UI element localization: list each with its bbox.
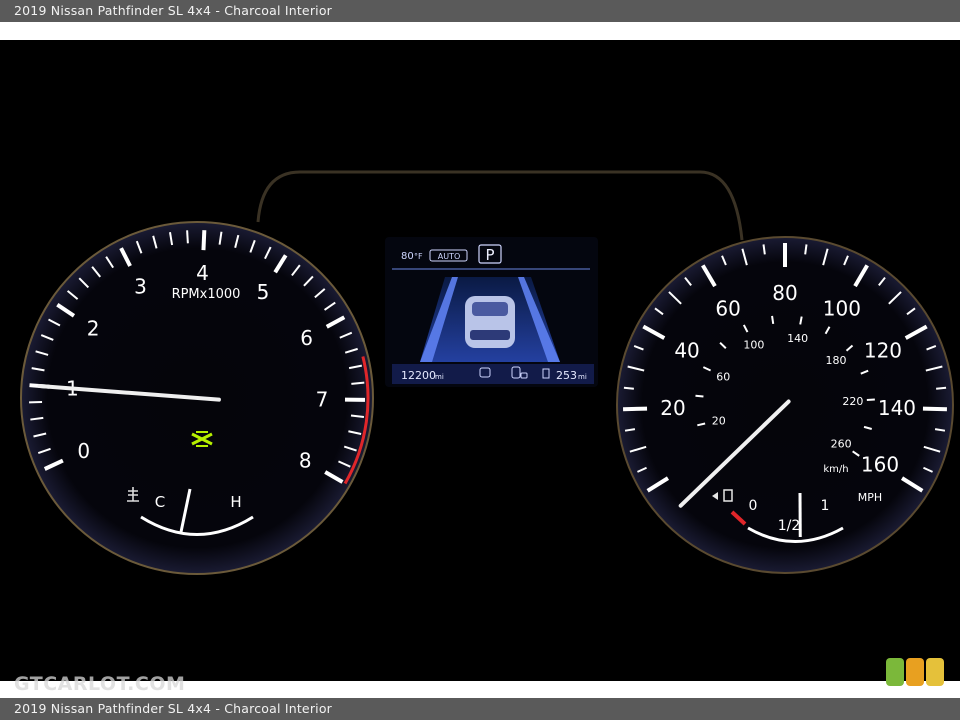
speedometer-mph-number: 60 — [715, 296, 740, 320]
speedometer-mph-number: 80 — [772, 281, 797, 305]
speedometer: 20406080100120140160 2060100 140180220260… — [616, 236, 954, 574]
tachometer-tick — [201, 230, 207, 251]
vehicle-icon — [465, 296, 515, 348]
speedometer-kmh-number: 60 — [716, 370, 730, 383]
speedometer-mph-number: 120 — [864, 339, 902, 363]
speedometer-kmh-number: 140 — [787, 332, 808, 345]
range-unit: mi — [578, 373, 587, 381]
badge-yellow — [926, 658, 944, 686]
page-title-bottom: 2019 Nissan Pathfinder SL 4x4 - Charcoal… — [0, 698, 960, 720]
speedometer-tick — [936, 386, 947, 390]
speedometer-kmh-number: 180 — [826, 354, 847, 367]
speedometer-kmh-number: 100 — [743, 339, 764, 352]
badge-orange — [906, 658, 924, 686]
tachometer-number: 8 — [299, 449, 312, 473]
temp-hot-label: H — [230, 493, 241, 511]
watermark-logo: GTCARLOT.COM — [14, 673, 186, 695]
odometer-unit: mi — [435, 373, 444, 381]
tachometer: 012345678 RPMx1000 C H — [20, 221, 374, 575]
tachometer-number: 0 — [77, 439, 90, 463]
speedometer-mph-number: 20 — [660, 396, 685, 420]
rpm-unit-label: RPMx1000 — [172, 287, 241, 302]
drive-mode: AUTO — [438, 252, 461, 261]
tachometer-tick — [186, 230, 189, 244]
tachometer-number: 2 — [87, 317, 100, 341]
kmh-unit-label: km/h — [823, 464, 848, 475]
gear-indicator: P — [485, 246, 494, 264]
center-info-display: 80 °F AUTO P 12200 mi 253 mi — [385, 237, 598, 387]
badge-green — [886, 658, 904, 686]
speedometer-tick — [762, 244, 766, 255]
speedometer-mph-number: 40 — [674, 339, 699, 363]
range-value: 253 — [556, 369, 577, 382]
kmh-tick — [695, 394, 704, 398]
speedometer-kmh-number: 260 — [831, 437, 852, 450]
instrument-cluster-photo: 0 1 2 3 4 5 6 7 8 RPMx1000 C H 80 °F — [0, 40, 960, 681]
speedometer-tick — [623, 406, 648, 412]
speedometer-tick — [922, 406, 947, 412]
tachometer-number: 7 — [316, 387, 329, 411]
tachometer-number: 3 — [134, 275, 147, 299]
speedometer-tick — [623, 386, 634, 390]
outside-temperature: 80 — [401, 251, 414, 262]
mph-unit-label: MPH — [858, 491, 882, 504]
tachometer-number: 6 — [300, 326, 313, 350]
temp-cold-label: C — [155, 493, 165, 511]
speedometer-mph-number: 100 — [823, 296, 861, 320]
speedometer-kmh-number: 20 — [712, 414, 726, 427]
temperature-unit: °F — [414, 252, 423, 261]
speedometer-kmh-number: 220 — [842, 395, 863, 408]
page-title-top: 2019 Nissan Pathfinder SL 4x4 - Charcoal… — [0, 0, 960, 22]
fuel-half-label: 1/2 — [778, 518, 801, 534]
tachometer-number: 4 — [196, 261, 209, 285]
cluster-hood-outline — [256, 170, 744, 241]
speedometer-mph-number: 160 — [861, 452, 899, 476]
odometer-value: 12200 — [401, 369, 436, 382]
speedometer-mph-number: 140 — [878, 396, 916, 420]
tachometer-tick — [351, 381, 365, 385]
speedometer-tick — [804, 244, 808, 255]
fuel-full-label: 1 — [821, 498, 830, 514]
kmh-tick — [771, 315, 775, 324]
fuel-empty-label: 0 — [749, 498, 758, 514]
tachometer-number: 5 — [257, 280, 270, 304]
